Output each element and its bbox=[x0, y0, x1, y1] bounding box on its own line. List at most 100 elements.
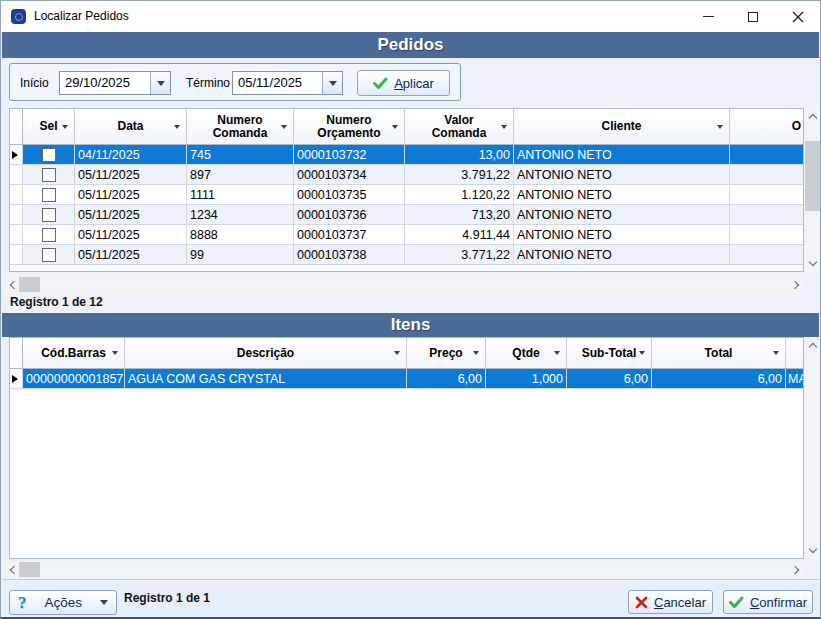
cell-cliente: ANTONIO NETO bbox=[514, 185, 730, 204]
cell-numero_comanda: 1111 bbox=[187, 185, 294, 204]
column-header-marca[interactable] bbox=[786, 338, 804, 368]
table-row[interactable]: 05/11/202512340000103736713,20ANTONIO NE… bbox=[10, 205, 803, 225]
column-header-obs[interactable]: O bbox=[730, 109, 804, 144]
cell-valor: 3.771,22 bbox=[405, 245, 514, 264]
inicio-dropdown-button[interactable] bbox=[150, 72, 170, 94]
column-header-valor[interactable]: Valor Comanda bbox=[405, 109, 514, 144]
table-row[interactable]: 05/11/2025888800001037374.911,44ANTONIO … bbox=[10, 225, 803, 245]
column-header-label: Valor Comanda bbox=[428, 114, 490, 140]
cell-cliente: ANTONIO NETO bbox=[514, 165, 730, 184]
column-header-cliente[interactable]: Cliente bbox=[514, 109, 730, 144]
filter-dropdown-icon[interactable] bbox=[392, 125, 398, 132]
termino-dropdown-button[interactable] bbox=[322, 72, 342, 94]
inicio-date-input[interactable]: 29/10/2025 bbox=[59, 71, 171, 95]
filter-dropdown-icon[interactable] bbox=[281, 125, 287, 132]
row-checkbox[interactable] bbox=[42, 208, 56, 222]
itens-horizontal-scrollbar[interactable] bbox=[4, 561, 804, 578]
column-header-qtde[interactable]: Qtde bbox=[486, 338, 567, 368]
scroll-right-icon[interactable] bbox=[787, 276, 804, 293]
scroll-right-icon[interactable] bbox=[787, 561, 804, 578]
column-header-label: Data bbox=[117, 120, 143, 133]
cell-obs bbox=[730, 185, 804, 204]
filter-dropdown-icon[interactable] bbox=[639, 351, 645, 358]
column-header-data[interactable]: Data bbox=[75, 109, 187, 144]
cell-obs bbox=[730, 165, 804, 184]
cell-subtotal: 6,00 bbox=[567, 369, 652, 388]
filter-dropdown-icon[interactable] bbox=[174, 125, 180, 132]
filter-dropdown-icon[interactable] bbox=[501, 125, 507, 132]
scrollbar-thumb[interactable] bbox=[19, 277, 40, 292]
column-header-label: Total bbox=[705, 347, 733, 360]
minimize-button[interactable] bbox=[691, 1, 725, 32]
itens-grid: Cód.BarrasDescrição Preço QtdeSub-Total Tot… bbox=[9, 337, 804, 559]
table-row[interactable]: 00000000001857AGUA COM GAS CRYSTAL6,001,… bbox=[10, 369, 803, 389]
cell-obs bbox=[730, 205, 804, 224]
cancelar-button[interactable]: Cancelar bbox=[628, 590, 713, 614]
close-button[interactable] bbox=[781, 1, 815, 32]
acoes-button[interactable]: ? Ações bbox=[9, 590, 117, 615]
confirmar-button[interactable]: Confirmar bbox=[723, 590, 813, 614]
cell-valor: 713,20 bbox=[405, 205, 514, 224]
column-header-subtotal[interactable]: Sub-Total bbox=[567, 338, 652, 368]
itens-vertical-scrollbar[interactable] bbox=[804, 337, 821, 559]
scroll-up-icon[interactable] bbox=[804, 337, 821, 354]
scroll-down-icon[interactable] bbox=[804, 255, 821, 272]
x-icon bbox=[635, 596, 648, 609]
cell-valor: 3.791,22 bbox=[405, 165, 514, 184]
table-row[interactable]: 04/11/2025745000010373213,00ANTONIO NETO bbox=[10, 145, 803, 165]
filter-dropdown-icon[interactable] bbox=[394, 351, 400, 358]
maximize-button[interactable] bbox=[736, 1, 770, 32]
cell-desc: AGUA COM GAS CRYSTAL bbox=[125, 369, 407, 388]
cell-total: 6,00 bbox=[652, 369, 786, 388]
pedidos-record-status: Registro 1 de 12 bbox=[10, 295, 103, 309]
cell-numero_orcamento: 0000103734 bbox=[294, 165, 405, 184]
row-checkbox[interactable] bbox=[42, 228, 56, 242]
scroll-down-icon[interactable] bbox=[804, 542, 821, 559]
column-header-checked[interactable]: Sel bbox=[23, 109, 75, 144]
pedidos-vertical-scrollbar[interactable] bbox=[804, 108, 821, 272]
filter-dropdown-icon[interactable] bbox=[554, 351, 560, 358]
cell-checked bbox=[23, 225, 75, 244]
row-checkbox[interactable] bbox=[42, 148, 56, 162]
row-checkbox[interactable] bbox=[42, 168, 56, 182]
scrollbar-thumb[interactable] bbox=[19, 562, 40, 577]
cell-cliente: ANTONIO NETO bbox=[514, 245, 730, 264]
filter-dropdown-icon[interactable] bbox=[473, 351, 479, 358]
row-selector-header bbox=[10, 338, 23, 368]
row-selector-cell bbox=[10, 245, 23, 264]
current-row-icon bbox=[12, 151, 22, 159]
scroll-up-icon[interactable] bbox=[804, 108, 821, 125]
maximize-icon bbox=[748, 12, 758, 22]
column-header-cod[interactable]: Cód.Barras bbox=[23, 338, 125, 368]
row-selector-cell bbox=[10, 165, 23, 184]
aplicar-button[interactable]: Aplicar bbox=[357, 70, 450, 96]
column-header-numero_orcamento[interactable]: Numero Orçamento bbox=[294, 109, 405, 144]
row-checkbox[interactable] bbox=[42, 188, 56, 202]
filter-dropdown-icon[interactable] bbox=[773, 351, 779, 358]
scrollbar-thumb[interactable] bbox=[805, 141, 820, 211]
cell-checked bbox=[23, 185, 75, 204]
column-header-total[interactable]: Total bbox=[652, 338, 786, 368]
window-title: Localizar Pedidos bbox=[34, 1, 129, 32]
pedidos-horizontal-scrollbar[interactable] bbox=[4, 276, 804, 293]
table-row[interactable]: 05/11/2025111100001037351.120,22ANTONIO … bbox=[10, 185, 803, 205]
column-header-numero_comanda[interactable]: Numero Comanda bbox=[187, 109, 294, 144]
termino-date-value: 05/11/2025 bbox=[233, 72, 322, 94]
termino-label: Término bbox=[186, 76, 230, 90]
cell-data: 05/11/2025 bbox=[75, 185, 187, 204]
row-checkbox[interactable] bbox=[42, 248, 56, 262]
column-header-preco[interactable]: Preço bbox=[407, 338, 486, 368]
cell-data: 05/11/2025 bbox=[75, 225, 187, 244]
termino-date-input[interactable]: 05/11/2025 bbox=[232, 71, 343, 95]
filter-dropdown-icon[interactable] bbox=[717, 125, 723, 132]
column-header-desc[interactable]: Descrição bbox=[125, 338, 407, 368]
cell-cliente: ANTONIO NETO bbox=[514, 225, 730, 244]
dialog-localizar-pedidos: Localizar Pedidos Pedidos Início 29/10/2… bbox=[0, 0, 821, 619]
table-row[interactable]: 05/11/202589700001037343.791,22ANTONIO N… bbox=[10, 165, 803, 185]
table-row[interactable]: 05/11/20259900001037383.771,22ANTONIO NE… bbox=[10, 245, 803, 265]
pedidos-section-header: Pedidos bbox=[2, 32, 819, 58]
filter-dropdown-icon[interactable] bbox=[112, 351, 118, 358]
cell-obs bbox=[730, 245, 804, 264]
column-header-label: Preço bbox=[429, 347, 462, 360]
filter-dropdown-icon[interactable] bbox=[62, 125, 68, 132]
